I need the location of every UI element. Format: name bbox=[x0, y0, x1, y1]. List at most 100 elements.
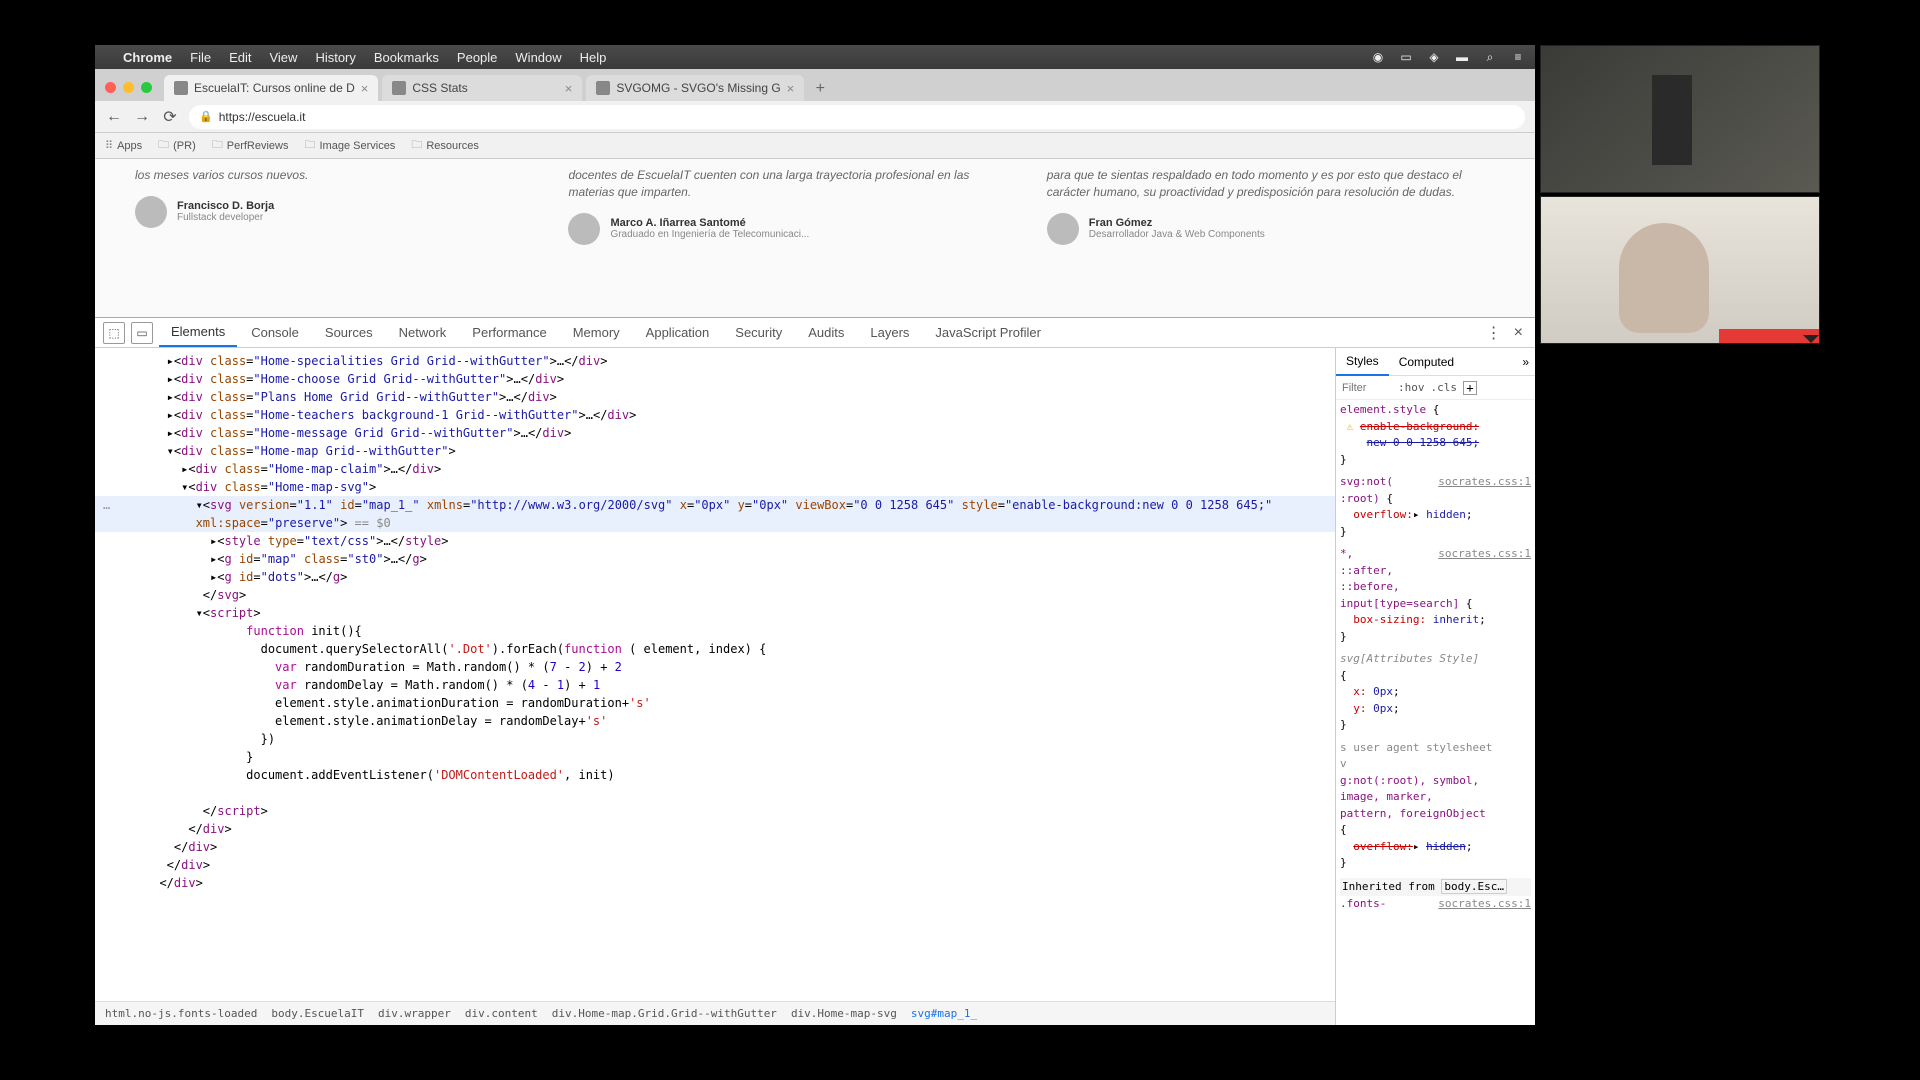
tab-elements[interactable]: Elements bbox=[159, 318, 237, 347]
author-block: Marco A. Iñarrea Santomé Graduado en Ing… bbox=[568, 213, 1016, 245]
maximize-window-icon[interactable] bbox=[141, 82, 152, 93]
author-name: Francisco D. Borja bbox=[177, 200, 274, 212]
page-content: los meses varios cursos nuevos. Francisc… bbox=[95, 159, 1535, 317]
styles-filter-bar: :hov .cls + bbox=[1336, 376, 1535, 400]
tab-styles[interactable]: Styles bbox=[1336, 348, 1389, 376]
author-role: Graduado en Ingeniería de Telecomunicaci… bbox=[610, 229, 809, 240]
crumb[interactable]: div.content bbox=[465, 1007, 538, 1020]
menu-view[interactable]: View bbox=[269, 50, 297, 65]
bookmarks-bar: ⠿Apps 🗀(PR) 🗀PerfReviews 🗀Image Services… bbox=[95, 133, 1535, 159]
css-rules[interactable]: element.style { ⚠ enable-background: new… bbox=[1336, 400, 1535, 1025]
crumb-active[interactable]: svg#map_1_ bbox=[911, 1007, 977, 1020]
testimonial-text: para que te sientas respaldado en todo m… bbox=[1047, 167, 1495, 201]
tab-strip: EscuelaIT: Cursos online de D × CSS Stat… bbox=[95, 69, 1535, 101]
tab-inactive[interactable]: SVGOMG - SVGO's Missing G × bbox=[586, 75, 804, 101]
display-icon[interactable]: ▭ bbox=[1399, 50, 1413, 64]
inspect-element-icon[interactable]: ⬚ bbox=[103, 322, 125, 344]
tab-application[interactable]: Application bbox=[634, 319, 722, 346]
webcam-overlay-1 bbox=[1540, 45, 1820, 193]
crumb[interactable]: html.no-js.fonts-loaded bbox=[105, 1007, 257, 1020]
styles-tabs: Styles Computed » bbox=[1336, 348, 1535, 376]
devtools-panel: ⬚ ▭ Elements Console Sources Network Per… bbox=[95, 317, 1535, 1025]
more-tabs-icon[interactable]: » bbox=[1516, 355, 1535, 369]
address-bar[interactable]: 🔒 https://escuela.it bbox=[189, 105, 1525, 129]
dropdown-arrow-icon bbox=[1803, 335, 1819, 343]
tab-computed[interactable]: Computed bbox=[1389, 349, 1464, 375]
bookmark-folder[interactable]: 🗀Resources bbox=[411, 136, 479, 155]
app-name[interactable]: Chrome bbox=[123, 50, 172, 65]
close-tab-icon[interactable]: × bbox=[361, 81, 369, 96]
crumb[interactable]: div.wrapper bbox=[378, 1007, 451, 1020]
menu-file[interactable]: File bbox=[190, 50, 211, 65]
dom-tree[interactable]: ▸<div class="Home-specialities Grid Grid… bbox=[95, 348, 1335, 1001]
macos-menubar: Chrome File Edit View History Bookmarks … bbox=[95, 45, 1535, 69]
apps-shortcut[interactable]: ⠿Apps bbox=[105, 139, 142, 152]
menu-edit[interactable]: Edit bbox=[229, 50, 251, 65]
menu-people[interactable]: People bbox=[457, 50, 497, 65]
bookmark-folder[interactable]: 🗀(PR) bbox=[158, 136, 196, 155]
dom-breadcrumb[interactable]: html.no-js.fonts-loaded body.EscuelaIT d… bbox=[95, 1001, 1335, 1025]
tab-sources[interactable]: Sources bbox=[313, 319, 385, 346]
filter-input[interactable] bbox=[1342, 382, 1392, 394]
wifi-icon[interactable]: ◈ bbox=[1427, 50, 1441, 64]
tab-inactive[interactable]: CSS Stats × bbox=[382, 75, 582, 101]
forward-button[interactable]: → bbox=[133, 108, 151, 126]
hov-toggle[interactable]: :hov bbox=[1398, 381, 1425, 394]
window-controls bbox=[101, 82, 160, 101]
device-toolbar-icon[interactable]: ▭ bbox=[131, 322, 153, 344]
author-block: Fran Gómez Desarrollador Java & Web Comp… bbox=[1047, 213, 1495, 245]
bookmark-folder[interactable]: 🗀PerfReviews bbox=[212, 136, 289, 155]
favicon bbox=[596, 81, 610, 95]
tab-console[interactable]: Console bbox=[239, 319, 311, 346]
reload-button[interactable]: ⟳ bbox=[161, 107, 179, 127]
author-role: Fullstack developer bbox=[177, 212, 274, 223]
tab-active[interactable]: EscuelaIT: Cursos online de D × bbox=[164, 75, 378, 101]
url-text: https://escuela.it bbox=[219, 110, 306, 124]
testimonial-text: docentes de EscuelaIT cuenten con una la… bbox=[568, 167, 1016, 201]
menu-history[interactable]: History bbox=[315, 50, 355, 65]
avatar bbox=[1047, 213, 1079, 245]
tab-memory[interactable]: Memory bbox=[561, 319, 632, 346]
cls-toggle[interactable]: .cls bbox=[1431, 381, 1458, 394]
menu-window[interactable]: Window bbox=[515, 50, 561, 65]
new-tab-button[interactable]: + bbox=[808, 77, 832, 101]
author-block: Francisco D. Borja Fullstack developer bbox=[135, 196, 538, 228]
testimonial-text: los meses varios cursos nuevos. bbox=[135, 167, 538, 184]
devtools-menu-icon[interactable]: ⋮ bbox=[1480, 323, 1508, 343]
author-name: Fran Gómez bbox=[1089, 217, 1265, 229]
menu-icon[interactable]: ≡ bbox=[1511, 50, 1525, 64]
close-window-icon[interactable] bbox=[105, 82, 116, 93]
styles-panel: Styles Computed » :hov .cls + element.st… bbox=[1335, 348, 1535, 1025]
new-rule-icon[interactable]: + bbox=[1463, 381, 1477, 395]
status-icon: ◉ bbox=[1371, 50, 1385, 64]
favicon bbox=[174, 81, 188, 95]
tab-audits[interactable]: Audits bbox=[796, 319, 856, 346]
back-button[interactable]: ← bbox=[105, 108, 123, 126]
close-tab-icon[interactable]: × bbox=[787, 81, 795, 96]
crumb[interactable]: body.EscuelaIT bbox=[271, 1007, 364, 1020]
menu-bookmarks[interactable]: Bookmarks bbox=[374, 50, 439, 65]
devtools-tabs: ⬚ ▭ Elements Console Sources Network Per… bbox=[95, 318, 1535, 348]
battery-icon[interactable]: ▬ bbox=[1455, 50, 1469, 64]
search-icon[interactable]: ⌕ bbox=[1483, 50, 1497, 64]
tab-security[interactable]: Security bbox=[723, 319, 794, 346]
crumb[interactable]: div.Home-map-svg bbox=[791, 1007, 897, 1020]
author-name: Marco A. Iñarrea Santomé bbox=[610, 217, 809, 229]
avatar bbox=[568, 213, 600, 245]
tab-performance[interactable]: Performance bbox=[460, 319, 558, 346]
devtools-close-icon[interactable]: × bbox=[1510, 324, 1527, 342]
crumb[interactable]: div.Home-map.Grid.Grid--withGutter bbox=[552, 1007, 777, 1020]
avatar bbox=[135, 196, 167, 228]
chrome-window: EscuelaIT: Cursos online de D × CSS Stat… bbox=[95, 69, 1535, 1025]
minimize-window-icon[interactable] bbox=[123, 82, 134, 93]
tab-jsprofiler[interactable]: JavaScript Profiler bbox=[923, 319, 1052, 346]
close-tab-icon[interactable]: × bbox=[565, 81, 573, 96]
favicon bbox=[392, 81, 406, 95]
webcam-overlay-2 bbox=[1540, 196, 1820, 344]
tab-network[interactable]: Network bbox=[387, 319, 459, 346]
bookmark-folder[interactable]: 🗀Image Services bbox=[305, 136, 396, 155]
tab-layers[interactable]: Layers bbox=[858, 319, 921, 346]
menu-help[interactable]: Help bbox=[580, 50, 607, 65]
tab-title: SVGOMG - SVGO's Missing G bbox=[616, 81, 780, 95]
tab-title: CSS Stats bbox=[412, 81, 467, 95]
